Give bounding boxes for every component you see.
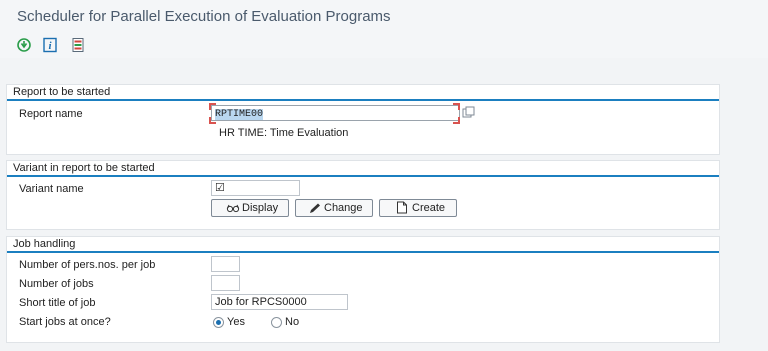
create-button[interactable]: Create xyxy=(379,199,457,217)
variant-name-field[interactable]: ☑ xyxy=(211,180,300,196)
focus-marker xyxy=(453,103,460,110)
create-button-label: Create xyxy=(412,202,446,214)
short-title-field[interactable]: Job for RPCS0000 xyxy=(211,294,348,310)
focus-marker xyxy=(453,117,460,124)
variant-name-label: Variant name xyxy=(19,183,84,195)
variant-group: Variant in report to be started Variant … xyxy=(6,160,720,230)
title-bar: Scheduler for Parallel Execution of Eval… xyxy=(0,0,768,35)
report-name-label: Report name xyxy=(19,108,83,120)
pers-per-job-field[interactable] xyxy=(211,256,240,272)
display-button-label: Display xyxy=(242,202,279,214)
num-jobs-field[interactable] xyxy=(211,275,240,291)
report-group-title: Report to be started xyxy=(13,86,111,98)
variant-group-title: Variant in report to be started xyxy=(13,162,155,174)
information-icon[interactable]: i xyxy=(42,37,58,53)
page-title: Scheduler for Parallel Execution of Eval… xyxy=(17,8,391,25)
variant-group-header: Variant in report to be started xyxy=(7,161,719,177)
application-toolbar: i xyxy=(0,34,768,58)
report-group: Report to be started Report name RPTIME0… xyxy=(6,84,720,155)
start-jobs-no-radio[interactable] xyxy=(271,317,282,328)
change-button-label: Change xyxy=(324,202,363,214)
job-handling-group: Job handling Number of pers.nos. per job… xyxy=(6,236,720,343)
report-name-value: RPTIME00 xyxy=(215,109,264,120)
program-list-icon[interactable] xyxy=(70,37,86,53)
svg-text:i: i xyxy=(48,40,52,52)
short-title-label: Short title of job xyxy=(19,297,96,309)
change-button[interactable]: Change xyxy=(295,199,373,217)
pers-per-job-label: Number of pers.nos. per job xyxy=(19,259,156,271)
focus-marker xyxy=(209,117,216,124)
job-handling-group-title: Job handling xyxy=(13,238,76,250)
focus-marker xyxy=(209,103,216,110)
start-jobs-label: Start jobs at once? xyxy=(19,316,111,328)
job-handling-group-header: Job handling xyxy=(7,237,719,253)
glasses-icon xyxy=(226,204,240,213)
report-name-field[interactable]: RPTIME00 xyxy=(211,105,460,121)
num-jobs-label: Number of jobs xyxy=(19,278,94,290)
start-jobs-yes-label: Yes xyxy=(227,316,245,328)
variant-name-value: ☑ xyxy=(215,182,225,194)
pencil-icon xyxy=(310,203,320,213)
short-title-value: Job for RPCS0000 xyxy=(215,296,307,308)
start-jobs-yes-radio[interactable] xyxy=(213,317,224,328)
value-help-icon[interactable] xyxy=(462,106,475,119)
start-jobs-no-label: No xyxy=(285,316,300,328)
display-button[interactable]: Display xyxy=(211,199,289,217)
new-document-icon xyxy=(397,201,407,214)
report-group-header: Report to be started xyxy=(7,85,719,101)
execute-icon[interactable] xyxy=(16,37,32,53)
report-description: HR TIME: Time Evaluation xyxy=(219,127,349,139)
